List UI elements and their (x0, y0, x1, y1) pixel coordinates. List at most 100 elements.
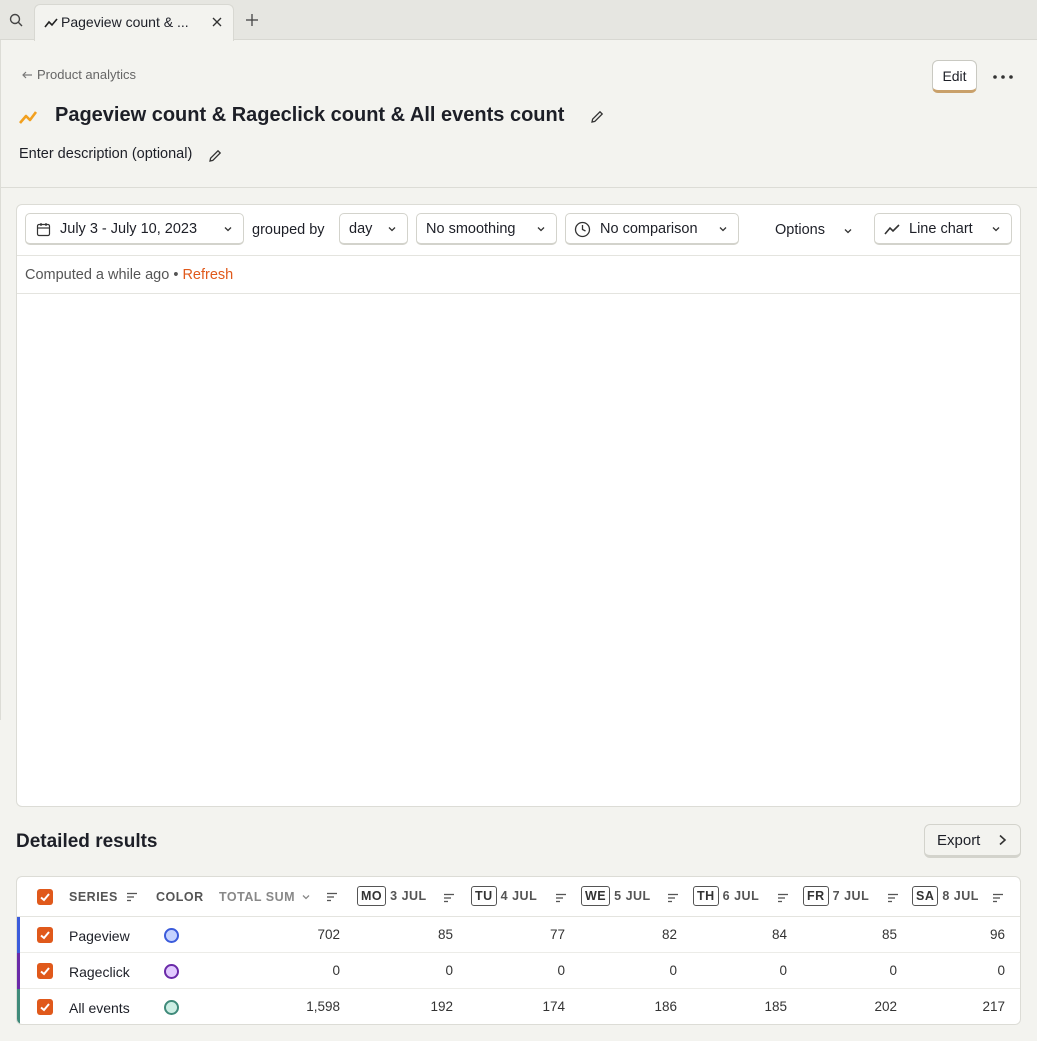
day-value-cell: 0 (997, 963, 1005, 978)
more-options-icon[interactable] (992, 70, 1014, 84)
computed-status: Computed a while ago • Refresh (25, 267, 233, 283)
left-border (0, 40, 1, 720)
chart-type-select[interactable]: Line chart (874, 213, 1012, 245)
clock-icon (574, 221, 591, 238)
page-title[interactable]: Pageview count & Rageclick count & All e… (55, 104, 564, 127)
comparison-select[interactable]: No comparison (565, 213, 739, 245)
series-color-bar (17, 989, 20, 1024)
day-abbr-badge: TH (693, 886, 719, 906)
smoothing-select[interactable]: No smoothing (416, 213, 557, 245)
plus-icon[interactable] (245, 13, 259, 27)
tab-bar: Pageview count & ... (0, 0, 1037, 41)
check-icon (40, 931, 50, 940)
column-day-4[interactable]: FR 7 JUL (803, 886, 869, 906)
refresh-link[interactable]: Refresh (182, 267, 233, 283)
day-value-cell: 0 (779, 963, 787, 978)
table-header: SERIES COLOR TOTAL SUM MO 3 JUL TU 4 JUL WE 5… (17, 877, 1020, 917)
day-date: 4 JUL (500, 889, 538, 903)
series-color-dot[interactable] (164, 964, 179, 979)
day-abbr-badge: TU (471, 886, 497, 906)
table-row: All events 1,598 192 174 186 185 202 217 (17, 989, 1020, 1024)
options-button[interactable]: Options (775, 222, 825, 238)
sort-icon[interactable] (992, 891, 1004, 903)
day-date: 8 JUL (942, 889, 979, 903)
series-color-bar (17, 953, 20, 989)
series-checkbox[interactable] (37, 927, 53, 943)
calendar-icon (36, 223, 51, 237)
sort-icon[interactable] (667, 891, 679, 903)
description-field[interactable]: Enter description (optional) (19, 146, 192, 162)
day-date: 5 JUL (614, 889, 651, 903)
column-color: COLOR (156, 890, 204, 904)
column-day-3[interactable]: TH 6 JUL (693, 886, 759, 906)
day-value-cell: 85 (437, 927, 453, 942)
day-abbr-badge: FR (803, 886, 829, 906)
column-day-0[interactable]: MO 3 JUL (357, 886, 427, 906)
series-checkbox[interactable] (37, 999, 53, 1015)
separator: • (173, 267, 179, 283)
chevron-down-icon (719, 227, 727, 232)
total-sum-cell: 0 (332, 963, 340, 978)
total-sum-cell: 1,598 (306, 999, 340, 1014)
sort-icon[interactable] (887, 891, 899, 903)
day-value-cell: 0 (669, 963, 677, 978)
day-date: 6 JUL (722, 889, 760, 903)
sort-icon[interactable] (555, 891, 567, 903)
check-icon (40, 967, 50, 976)
day-value-cell: 0 (445, 963, 453, 978)
column-total[interactable]: TOTAL SUM (219, 890, 295, 904)
series-color-dot[interactable] (164, 1000, 179, 1015)
chevron-right-icon (999, 834, 1007, 846)
chevron-down-icon[interactable] (843, 226, 853, 236)
pencil-icon[interactable] (589, 109, 605, 125)
tab-insight[interactable]: Pageview count & ... (34, 4, 234, 41)
sort-icon[interactable] (443, 891, 455, 903)
day-date: 7 JUL (832, 889, 870, 903)
series-name: Pageview (69, 928, 130, 944)
search-icon[interactable] (8, 12, 24, 28)
chevron-down-icon[interactable] (301, 891, 311, 903)
close-icon[interactable] (211, 16, 223, 28)
export-label: Export (937, 831, 981, 849)
export-button[interactable]: Export (924, 824, 1021, 858)
pencil-icon[interactable] (207, 148, 223, 164)
chart-type-label: Line chart (909, 221, 973, 237)
series-checkbox[interactable] (37, 963, 53, 979)
series-name: All events (69, 1000, 130, 1016)
sort-icon[interactable] (326, 891, 338, 903)
day-abbr-badge: SA (912, 886, 939, 906)
chart-canvas[interactable] (17, 295, 1020, 805)
series-color-bar (17, 917, 20, 953)
table-row: Rageclick 0 0 0 0 0 0 0 (17, 953, 1020, 989)
column-day-1[interactable]: TU 4 JUL (471, 886, 537, 906)
header-divider (0, 187, 1037, 188)
breadcrumb-label: Product analytics (37, 67, 136, 82)
series-name: Rageclick (69, 964, 130, 980)
column-day-2[interactable]: WE 5 JUL (581, 886, 651, 906)
day-value-cell: 174 (542, 999, 565, 1014)
series-color-dot[interactable] (164, 928, 179, 943)
day-value-cell: 186 (654, 999, 677, 1014)
chevron-down-icon (224, 227, 232, 232)
table-row: Pageview 702 85 77 82 84 85 96 (17, 917, 1020, 953)
check-icon (40, 1003, 50, 1012)
day-value-cell: 96 (989, 927, 1005, 942)
date-range-picker[interactable]: July 3 - July 10, 2023 (25, 213, 244, 245)
select-all-checkbox[interactable] (37, 889, 53, 905)
edit-button[interactable]: Edit (932, 60, 977, 93)
chevron-down-icon (537, 227, 545, 232)
day-value-cell: 0 (557, 963, 565, 978)
breadcrumb[interactable]: Product analytics (21, 67, 136, 82)
interval-select[interactable]: day (339, 213, 408, 245)
column-series[interactable]: SERIES (69, 890, 118, 904)
sort-icon[interactable] (777, 891, 789, 903)
trend-icon (19, 111, 38, 124)
grouped-by-label: grouped by (252, 222, 325, 238)
sort-icon[interactable] (126, 891, 138, 903)
chevron-down-icon (388, 227, 396, 232)
column-day-5[interactable]: SA 8 JUL (912, 886, 979, 906)
day-abbr-badge: MO (357, 886, 387, 906)
day-value-cell: 85 (881, 927, 897, 942)
computed-status-row: Computed a while ago • Refresh (17, 255, 1020, 294)
date-range-label: July 3 - July 10, 2023 (60, 221, 198, 237)
